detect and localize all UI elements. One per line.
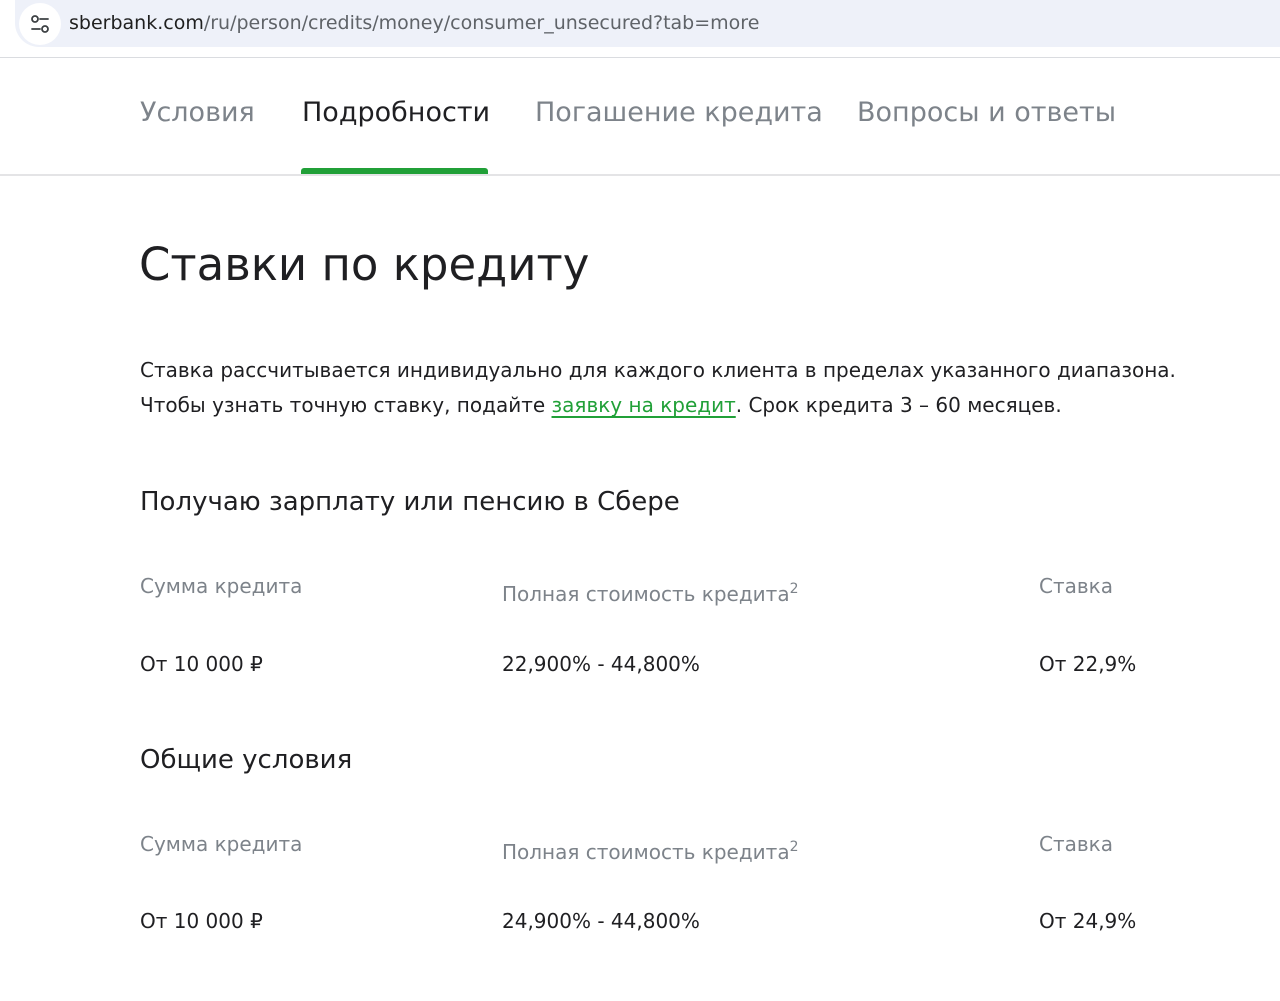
- url-path: /ru/person/credits/money/consumer_unsecu…: [203, 12, 760, 34]
- column-header-full-cost: Полная стоимость кредита2: [502, 581, 799, 606]
- page-title: Ставки по кредиту: [139, 238, 590, 291]
- active-tab-indicator: [301, 168, 488, 174]
- intro-text: Ставка рассчитывается индивидуально для …: [140, 353, 1260, 423]
- tab-repayment[interactable]: Погашение кредита: [535, 96, 823, 130]
- cell-full-cost: 22,900% - 44,800%: [502, 652, 700, 676]
- footnote-marker[interactable]: 2: [790, 839, 799, 855]
- cell-full-cost: 24,900% - 44,800%: [502, 909, 700, 933]
- column-header-amount: Сумма кредита: [140, 832, 303, 856]
- column-header-full-cost: Полная стоимость кредита2: [502, 839, 799, 864]
- section-tabs: Условия Подробности Погашение кредита Во…: [0, 58, 1280, 176]
- url-text[interactable]: sberbank.com/ru/person/credits/money/con…: [69, 11, 759, 35]
- tab-faq[interactable]: Вопросы и ответы: [857, 96, 1116, 130]
- section-title-general-conditions: Общие условия: [140, 745, 353, 775]
- browser-address-bar: sberbank.com/ru/person/credits/money/con…: [0, 0, 1280, 58]
- url-host: sberbank.com: [69, 12, 204, 34]
- tune-icon: [31, 15, 49, 33]
- cell-amount: От 10 000 ₽: [140, 652, 263, 676]
- tab-details[interactable]: Подробности: [302, 96, 490, 130]
- cell-rate: От 22,9%: [1039, 652, 1137, 676]
- column-header-rate: Ставка: [1039, 574, 1113, 598]
- column-header-amount: Сумма кредита: [140, 574, 303, 598]
- footnote-marker[interactable]: 2: [790, 581, 799, 597]
- cell-amount: От 10 000 ₽: [140, 909, 263, 933]
- column-header-rate: Ставка: [1039, 832, 1113, 856]
- tab-conditions[interactable]: Условия: [140, 96, 255, 130]
- intro-line-2-end: . Срок кредита 3 – 60 месяцев.: [735, 393, 1062, 417]
- intro-line-1: Ставка рассчитывается индивидуально для …: [140, 358, 1176, 382]
- cell-rate: От 24,9%: [1039, 909, 1137, 933]
- url-bar[interactable]: sberbank.com/ru/person/credits/money/con…: [15, 0, 1280, 47]
- site-info-button[interactable]: [19, 3, 61, 45]
- section-title-salary-clients: Получаю зарплату или пенсию в Сбере: [140, 487, 680, 517]
- intro-line-2-start: Чтобы узнать точную ставку, подайте: [140, 393, 552, 417]
- loan-application-link[interactable]: заявку на кредит: [552, 393, 736, 417]
